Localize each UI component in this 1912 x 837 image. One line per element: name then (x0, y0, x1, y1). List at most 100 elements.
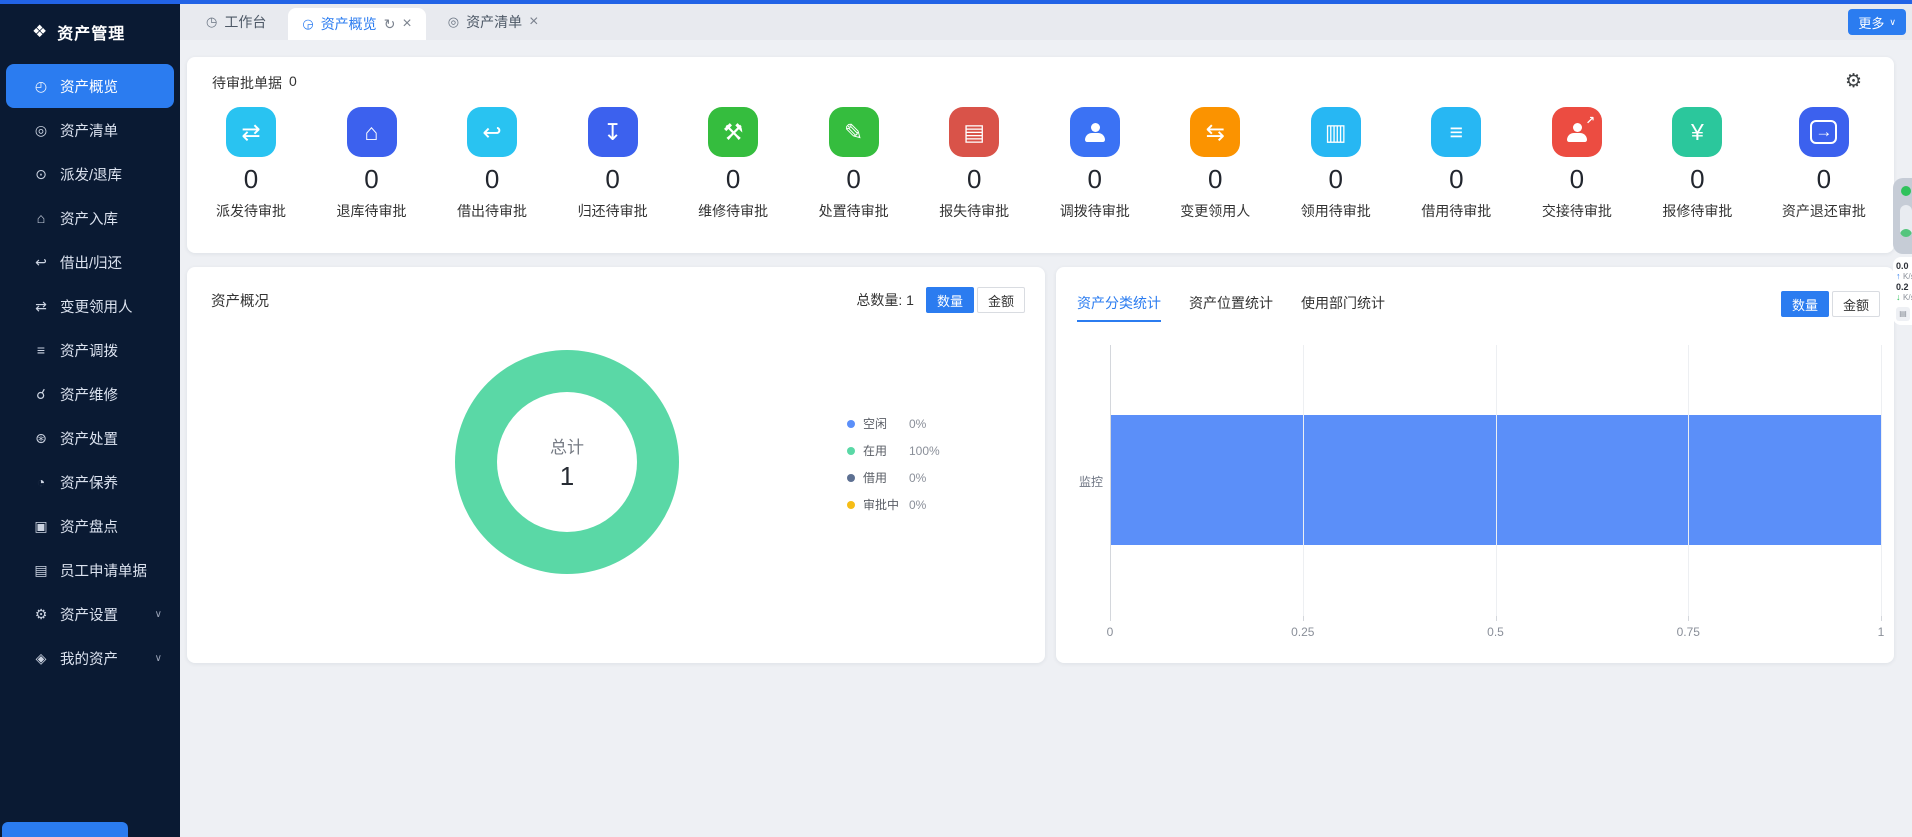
sidebar-item-change-user[interactable]: ⇄ 变更领用人 (6, 284, 174, 328)
repair-pending-icon: ⚒ (708, 107, 758, 157)
sidebar-item-asset-maintain[interactable]: ◔资产保养 (6, 460, 174, 504)
tabbar: ◷ 工作台 ◶ 资产概览 ↻ × ◎ 资产清单 × 更多 ∨ (180, 4, 1912, 40)
sidebar-item-employee-request[interactable]: ▤员工申请单据 (6, 548, 174, 592)
category-mode-toggle: 数量 金额 (1781, 291, 1880, 317)
pending-approvals-title: 待审批单据 0 (212, 73, 297, 93)
x-tick-mark (1110, 616, 1111, 621)
quantity-toggle-button[interactable]: 数量 (1781, 291, 1829, 317)
sidebar-item-label: 资产设置 (60, 604, 118, 625)
stat-handover-pending[interactable]: ↗0交接待审批 (1541, 107, 1613, 221)
more-button[interactable]: 更多 ∨ (1848, 9, 1906, 35)
bar[interactable] (1111, 415, 1882, 545)
amount-toggle-button[interactable]: 金额 (977, 287, 1025, 313)
user-icon (1567, 123, 1587, 142)
x-tick-label: 1 (1878, 625, 1885, 639)
sidebar-item-label: 变更领用人 (60, 296, 133, 317)
dispatch-return-icon: ⊙ (32, 166, 50, 183)
stat-dispatch-pending[interactable]: ⇄0派发待审批 (215, 107, 287, 221)
net-monitor-widget[interactable]: 0.0 ↑ K/s 0.2 ↓ K/s ▤ (1893, 178, 1912, 325)
sidebar-item-my-assets[interactable]: ◈我的资产∨ (6, 636, 174, 680)
sidebar-item-asset-dispose[interactable]: ⊛资产处置 (6, 416, 174, 460)
x-tick-label: 0.25 (1291, 625, 1314, 639)
stat-return-pending[interactable]: ↧0归还待审批 (577, 107, 649, 221)
stat-label: 报修待审批 (1662, 201, 1732, 221)
sidebar-item-label: 资产处置 (60, 428, 118, 449)
stat-dispose-pending[interactable]: ✎0处置待审批 (818, 107, 890, 221)
donut-chart[interactable] (455, 350, 679, 574)
sidebar-item-asset-inventory[interactable]: ▣资产盘点 (6, 504, 174, 548)
sidebar-item-asset-storage-in[interactable]: ⌂资产入库 (6, 196, 174, 240)
tab-workbench[interactable]: ◷ 工作台 (192, 4, 280, 40)
stat-label: 交接待审批 (1542, 201, 1612, 221)
stat-change-user-pending[interactable]: ⇆0变更领用人 (1179, 107, 1251, 221)
main-content: 待审批单据 0 ⚙ ⇄0派发待审批⌂0退库待审批↩0借出待审批↧0归还待审批⚒0… (180, 40, 1912, 837)
stat-label: 变更领用人 (1180, 201, 1250, 221)
stat-transfer-pending[interactable]: 0调拨待审批 (1059, 107, 1131, 221)
sidebar-item-asset-settings[interactable]: ⚙资产设置∨ (6, 592, 174, 636)
stat-report-repair-pending[interactable]: ¥0报修待审批 (1661, 107, 1733, 221)
legend-item-审批中[interactable]: 审批中0% (847, 496, 940, 513)
sidebar-item-asset-transfer[interactable]: ≡资产调拨 (6, 328, 174, 372)
sidebar-bottom-badge[interactable] (2, 822, 128, 837)
change-user-pending-glyph: ⇆ (1206, 121, 1225, 144)
stat-label: 领用待审批 (1301, 201, 1371, 221)
stat-report-loss-pending[interactable]: ▤0报失待审批 (938, 107, 1010, 221)
change-user-icon: ⇄ (32, 298, 50, 315)
tab-department-stats[interactable]: 使用部门统计 (1301, 293, 1385, 322)
legend-name: 在用 (863, 442, 909, 459)
total-count-label: 总数量: (856, 292, 902, 308)
return-storage-pending-icon: ⌂ (347, 107, 397, 157)
legend-item-空闲[interactable]: 空闲0% (847, 415, 940, 432)
x-tick-mark (1303, 616, 1304, 621)
sidebar-item-label: 我的资产 (60, 648, 118, 669)
legend-name: 借用 (863, 469, 909, 486)
sidebar-item-asset-list[interactable]: ◎资产清单 (6, 108, 174, 152)
stat-value: 0 (1817, 166, 1831, 192)
sidebar-item-asset-repair[interactable]: ☌资产维修 (6, 372, 174, 416)
legend-item-借用[interactable]: 借用0% (847, 469, 940, 486)
legend-percent: 0% (909, 471, 926, 485)
tab-category-stats[interactable]: 资产分类统计 (1077, 293, 1161, 322)
net-settings-icon[interactable]: ▤ (1896, 307, 1910, 321)
stat-repair-pending[interactable]: ⚒0维修待审批 (697, 107, 769, 221)
x-tick-label: 0.5 (1487, 625, 1504, 639)
borrow-pending-glyph: ≡ (1450, 121, 1463, 144)
close-icon[interactable]: × (529, 14, 538, 30)
dispatch-pending-icon: ⇄ (226, 107, 276, 157)
sidebar-item-dispatch-return[interactable]: ⊙派发/退库 (6, 152, 174, 196)
close-icon[interactable]: × (402, 16, 411, 32)
report-loss-pending-icon: ▤ (949, 107, 999, 157)
legend-item-在用[interactable]: 在用100% (847, 442, 940, 459)
tab-location-stats[interactable]: 资产位置统计 (1189, 293, 1273, 322)
x-tick-mark (1881, 616, 1882, 621)
stat-claim-pending[interactable]: ▥0领用待审批 (1300, 107, 1372, 221)
tab-asset-list[interactable]: ◎ 资产清单 × (434, 4, 553, 40)
stat-value: 0 (967, 166, 981, 192)
stat-borrow-pending[interactable]: ≡0借用待审批 (1420, 107, 1492, 221)
stat-asset-return-approval[interactable]: →0资产退还审批 (1782, 107, 1866, 221)
legend-name: 空闲 (863, 415, 909, 432)
page: ❖ 资产管理 ◴资产概览◎资产清单⊙派发/退库⌂资产入库↩借出/归还⇄变更领用人… (0, 0, 1912, 837)
asset-settings-icon: ⚙ (32, 606, 50, 623)
pending-title-text: 待审批单据 (212, 73, 282, 93)
tab-asset-overview[interactable]: ◶ 资产概览 ↻ × (288, 8, 425, 40)
gridline (1881, 345, 1882, 616)
claim-pending-icon: ▥ (1311, 107, 1361, 157)
stat-return-storage-pending[interactable]: ⌂0退库待审批 (336, 107, 408, 221)
sidebar-item-asset-overview[interactable]: ◴资产概览 (6, 64, 174, 108)
sidebar-item-lend-return[interactable]: ↩借出/归还 (6, 240, 174, 284)
refresh-icon[interactable]: ↻ (384, 16, 396, 33)
arrow-down-icon: ↓ (1896, 292, 1901, 302)
stat-lend-pending[interactable]: ↩0借出待审批 (456, 107, 528, 221)
stat-value: 0 (485, 166, 499, 192)
quantity-toggle-button[interactable]: 数量 (926, 287, 974, 313)
chevron-down-icon: ∨ (155, 653, 162, 664)
pending-approvals-card: 待审批单据 0 ⚙ ⇄0派发待审批⌂0退库待审批↩0借出待审批↧0归还待审批⚒0… (187, 57, 1894, 253)
stat-value: 0 (605, 166, 619, 192)
sidebar-item-label: 资产盘点 (60, 516, 118, 537)
sidebar: ❖ 资产管理 ◴资产概览◎资产清单⊙派发/退库⌂资产入库↩借出/归还⇄变更领用人… (0, 4, 180, 837)
gear-icon[interactable]: ⚙ (1845, 70, 1862, 93)
amount-toggle-button[interactable]: 金额 (1832, 291, 1880, 317)
more-label: 更多 (1858, 13, 1884, 32)
net-widget-handle[interactable] (1893, 178, 1912, 254)
